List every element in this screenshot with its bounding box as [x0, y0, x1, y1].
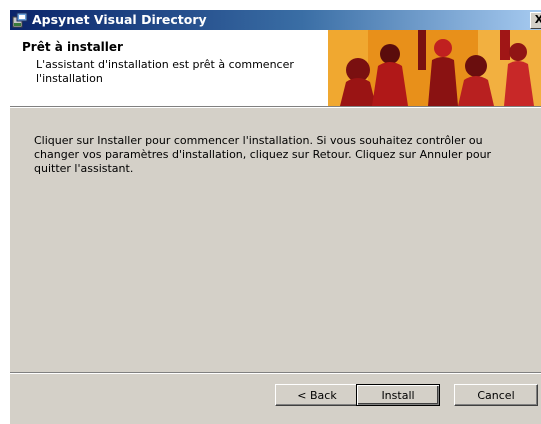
- title-bar[interactable]: Apsynet Visual Directory X: [10, 10, 541, 30]
- close-button[interactable]: X: [530, 12, 541, 29]
- installer-window: Apsynet Visual Directory X Prêt à instal…: [10, 10, 541, 424]
- banner-title: Prêt à installer: [22, 40, 123, 54]
- back-button[interactable]: < Back: [275, 384, 359, 406]
- cancel-button[interactable]: Cancel: [454, 384, 538, 406]
- banner-people-image: [328, 30, 541, 106]
- installer-app-icon: [12, 12, 28, 28]
- header-separator: [10, 106, 541, 108]
- instructions-text: Cliquer sur Installer pour commencer l'i…: [34, 134, 492, 175]
- banner-subtitle: L'assistant d'installation est prêt à co…: [36, 58, 294, 85]
- window-title: Apsynet Visual Directory: [32, 12, 207, 27]
- footer-separator: [10, 372, 541, 374]
- header-banner: Prêt à installer L'assistant d'installat…: [10, 30, 541, 106]
- install-button[interactable]: Install: [356, 384, 440, 406]
